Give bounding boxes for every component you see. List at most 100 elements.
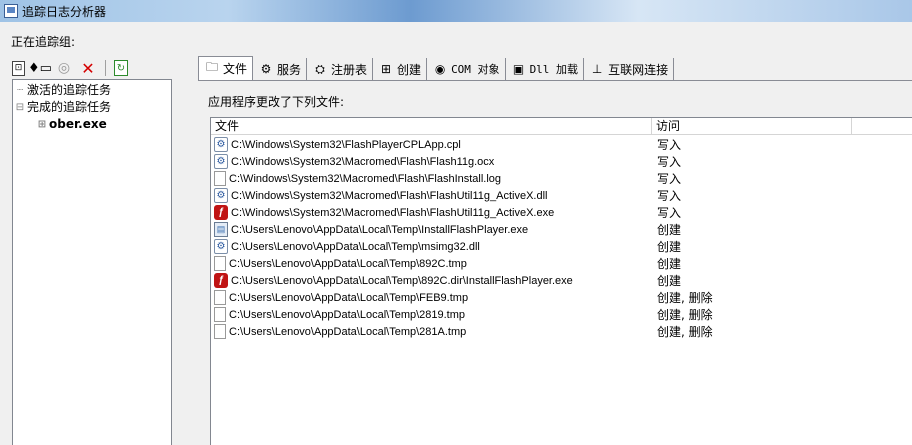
access-cell: 创建 [657, 257, 682, 271]
table-row[interactable]: ƒ C:\Users\Lenovo\AppData\Local\Temp\892C… [211, 272, 912, 289]
watermark-logo: 瑞星卡卡 www.ikaka.com [784, 397, 902, 437]
refresh-icon[interactable]: ↻ [114, 60, 128, 76]
table-row[interactable]: C:\Users\Lenovo\AppData\Local\Temp\FEB9.… [211, 289, 912, 306]
access-cell: 创建 [657, 223, 682, 237]
file-cell: ⚙ C:\Users\Lenovo\AppData\Local\Temp\msim… [211, 239, 652, 254]
file-cell: C:\Users\Lenovo\AppData\Local\Temp\FEB9.… [211, 290, 652, 305]
tab-registry-label: 注册表 [331, 62, 368, 77]
file-cell: C:\Users\Lenovo\AppData\Local\Temp\2819.… [211, 307, 652, 322]
tab-create[interactable]: ⊞ 创建 [373, 58, 428, 80]
tab-com[interactable]: ◉ COM 对象 [427, 58, 506, 80]
registry-icon: ⛭ [315, 61, 325, 76]
file-path: C:\Users\Lenovo\AppData\Local\Temp\892C.… [231, 274, 573, 287]
file-path: C:\Users\Lenovo\AppData\Local\Temp\Insta… [231, 223, 529, 236]
tab-internet[interactable]: ⊥ 互联网连接 [584, 58, 675, 80]
file-cell: ƒ C:\Windows\System32\Macromed\Flash\Flas… [211, 205, 652, 220]
plain-file-icon [214, 256, 226, 271]
access-cell: 写入 [657, 138, 682, 152]
file-path: C:\Windows\System32\FlashPlayerCPLApp.cp… [231, 138, 461, 151]
network-icon: ⊥ [591, 62, 603, 76]
tab-strip: 🗀 文件 ⚙ 服务 ⛭ 注册表 ⊞ 创建 ◉ COM 对象 ▣ Dll 加载 ⊥… [198, 56, 675, 80]
access-cell: 创建, 删除 [657, 291, 713, 305]
table-row[interactable]: ⚙ C:\Windows\System32\Macromed\Flash\Flas… [211, 153, 912, 170]
gear-file-icon: ⚙ [214, 154, 228, 169]
tree-item-ober-label: ober.exe [49, 117, 107, 131]
table-row[interactable]: C:\Users\Lenovo\AppData\Local\Temp\281A.… [211, 323, 912, 340]
tab-dll[interactable]: ▣ Dll 加载 [506, 58, 585, 80]
access-cell: 写入 [657, 189, 682, 203]
file-path: C:\Windows\System32\Macromed\Flash\Flash… [231, 189, 548, 202]
tab-com-label: COM 对象 [451, 63, 500, 76]
tree-item-ober[interactable]: ⊞ ober.exe [13, 116, 171, 133]
column-header-blank [852, 118, 912, 135]
tab-services-label: 服务 [277, 62, 302, 77]
tree-collapse-icon[interactable]: ⊟ [13, 99, 27, 116]
delete-icon[interactable]: ✕ [79, 59, 97, 78]
tracking-group-label: 正在追踪组: [11, 35, 76, 49]
plain-file-icon [214, 171, 226, 186]
tab-create-label: 创建 [397, 62, 422, 77]
com-icon: ◉ [434, 62, 446, 76]
title-bar: 追踪日志分析器 [0, 0, 912, 22]
table-row[interactable]: C:\Windows\System32\Macromed\Flash\Flash… [211, 170, 912, 187]
trace-task-tree[interactable]: ┈ 激活的追踪任务 ⊟ 完成的追踪任务 ⊞ ober.exe [12, 79, 172, 445]
access-cell: 写入 [657, 172, 682, 186]
plain-file-icon [214, 290, 226, 305]
table-row[interactable]: ⚙ C:\Windows\System32\Macromed\Flash\Flas… [211, 187, 912, 204]
file-path: C:\Windows\System32\Macromed\Flash\Flash… [231, 155, 495, 168]
file-path: C:\Windows\System32\Macromed\Flash\Flash… [231, 206, 555, 219]
tab-registry[interactable]: ⛭ 注册表 [307, 58, 374, 80]
table-row[interactable]: ⚙ C:\Users\Lenovo\AppData\Local\Temp\msim… [211, 238, 912, 255]
column-header-access[interactable]: 访问 [652, 118, 852, 135]
file-cell: C:\Users\Lenovo\AppData\Local\Temp\281A.… [211, 324, 652, 339]
files-panel: 应用程序更改了下列文件: 文件 访问 ⚙ C:\Windows\System32\… [198, 80, 912, 445]
stop-icon[interactable]: ◎ [55, 59, 73, 77]
tree-item-active-label: 激活的追踪任务 [27, 83, 112, 97]
table-row[interactable]: C:\Users\Lenovo\AppData\Local\Temp\2819.… [211, 306, 912, 323]
tab-services[interactable]: ⚙ 服务 [253, 58, 308, 80]
access-cell: 创建 [657, 240, 682, 254]
file-path: C:\Users\Lenovo\AppData\Local\Temp\msimg… [231, 240, 480, 253]
table-row[interactable]: ƒ C:\Windows\System32\Macromed\Flash\Flas… [211, 204, 912, 221]
file-rows: ⚙ C:\Windows\System32\FlashPlayerCPLApp.c… [211, 135, 912, 340]
file-path: C:\Users\Lenovo\AppData\Local\Temp\FEB9.… [229, 291, 469, 304]
capture-icon[interactable]: ♦▭ [28, 59, 52, 77]
file-cell: ƒ C:\Users\Lenovo\AppData\Local\Temp\892C… [211, 273, 652, 288]
tab-internet-label: 互联网连接 [608, 62, 669, 77]
table-row[interactable]: ⚙ C:\Windows\System32\FlashPlayerCPLApp.c… [211, 136, 912, 153]
tree-item-active[interactable]: ┈ 激活的追踪任务 [13, 82, 171, 99]
process-icon: ⊞ [381, 62, 392, 76]
tree-line-icon: ┈ [16, 85, 24, 96]
tab-files[interactable]: 🗀 文件 [198, 56, 254, 80]
gear-file-icon: ⚙ [214, 239, 228, 254]
file-path: C:\Users\Lenovo\AppData\Local\Temp\281A.… [229, 325, 467, 338]
file-path: C:\Users\Lenovo\AppData\Local\Temp\2819.… [229, 308, 466, 321]
file-cell: ⚙ C:\Windows\System32\FlashPlayerCPLApp.c… [211, 137, 652, 152]
flash-file-icon: ƒ [214, 273, 228, 288]
column-header-file[interactable]: 文件 [211, 118, 652, 135]
tree-expand-icon[interactable]: ⊞ [35, 116, 49, 133]
installer-file-icon: ▤ [214, 222, 228, 237]
table-row[interactable]: ▤ C:\Users\Lenovo\AppData\Local\Temp\Inst… [211, 221, 912, 238]
tab-dll-label: Dll 加载 [529, 63, 579, 76]
app-icon [4, 4, 18, 18]
tree-item-completed-label: 完成的追踪任务 [27, 100, 112, 114]
left-toolbar: ⊡ ♦▭ ◎ ✕ ↻ [12, 58, 128, 78]
file-cell: ▤ C:\Users\Lenovo\AppData\Local\Temp\Inst… [211, 222, 652, 237]
gear-file-icon: ⚙ [214, 137, 228, 152]
file-cell: ⚙ C:\Windows\System32\Macromed\Flash\Flas… [211, 154, 652, 169]
file-cell: ⚙ C:\Windows\System32\Macromed\Flash\Flas… [211, 188, 652, 203]
plain-file-icon [214, 324, 226, 339]
gear-file-icon: ⚙ [214, 188, 228, 203]
window-title: 追踪日志分析器 [22, 4, 107, 19]
access-cell: 创建, 删除 [657, 325, 713, 339]
file-list[interactable]: 文件 访问 ⚙ C:\Windows\System32\FlashPlayerCP… [210, 117, 912, 445]
view-log-icon[interactable]: ⊡ [12, 60, 25, 76]
tree-item-completed[interactable]: ⊟ 完成的追踪任务 [13, 99, 171, 116]
table-row[interactable]: C:\Users\Lenovo\AppData\Local\Temp\892C.… [211, 255, 912, 272]
plain-file-icon [214, 307, 226, 322]
watermark-title: 瑞星卡卡 [807, 402, 879, 422]
panel-caption: 应用程序更改了下列文件: [208, 95, 345, 109]
access-cell: 创建 [657, 274, 682, 288]
watermark-url: www.ikaka.com [804, 422, 882, 433]
